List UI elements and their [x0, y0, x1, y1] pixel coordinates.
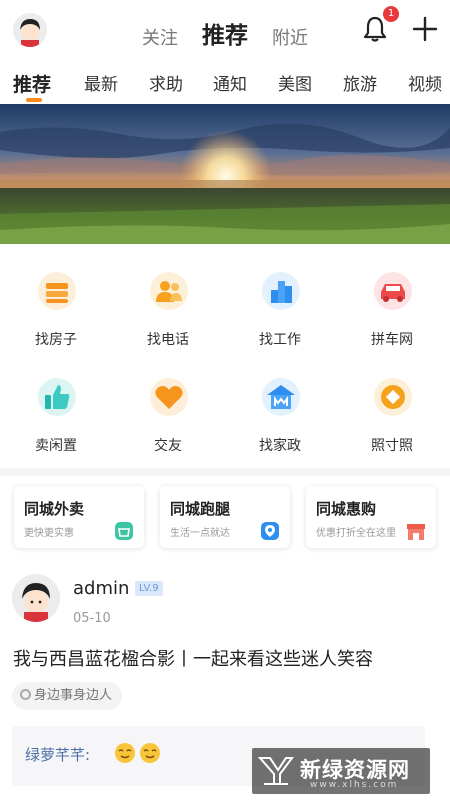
building-icon	[262, 272, 300, 310]
category-tab-help[interactable]: 求助	[149, 70, 183, 95]
grid-item-id-photo[interactable]: 照寸照	[336, 362, 448, 458]
category-tab-travel[interactable]: 旅游	[343, 70, 377, 95]
heart-icon	[150, 378, 188, 416]
grid-item-friends[interactable]: 交友	[112, 362, 224, 458]
contacts-icon	[150, 272, 188, 310]
thumbs-up-icon	[38, 378, 76, 416]
category-tabs: 推荐 最新 求助 通知 美图 旅游 视频	[0, 64, 450, 104]
grid-item-sell-used[interactable]: 卖闲置	[0, 362, 112, 458]
service-card-takeout[interactable]: 同城外卖 更快更实惠	[14, 486, 144, 548]
grid-label: 卖闲置	[35, 438, 77, 454]
topic-tag-label: 身边事身边人	[34, 688, 113, 703]
service-title: 同城跑腿	[170, 500, 231, 518]
function-grid: 找房子 找电话 找工作 拼车网 卖闲置 交友 找家政 照寸照	[0, 256, 450, 466]
grid-label: 交友	[154, 438, 182, 454]
category-tab-notice[interactable]: 通知	[213, 70, 247, 95]
notification-badge: 1	[383, 6, 399, 22]
grid-label: 找电话	[147, 332, 189, 348]
service-card-errand[interactable]: 同城跑腿 生活一点就达	[160, 486, 290, 548]
active-tab-indicator	[26, 98, 42, 102]
service-subtitle: 优惠打折全在这里	[316, 528, 396, 539]
tab-follow[interactable]: 关注	[142, 24, 178, 50]
emoji-icon	[140, 743, 160, 763]
grid-label: 找房子	[35, 332, 77, 348]
grid-label: 找工作	[259, 332, 301, 348]
service-title: 同城惠购	[316, 500, 377, 518]
watermark-url: www.xlhs.com	[310, 780, 399, 790]
takeout-icon	[115, 522, 133, 540]
author-avatar[interactable]	[12, 574, 60, 622]
grid-label: 拼车网	[371, 332, 413, 348]
errand-icon	[261, 522, 279, 540]
plus-icon[interactable]	[412, 16, 438, 42]
post-title[interactable]: 我与西昌蓝花楹合影丨一起来看这些迷人笑容	[13, 645, 373, 671]
banner-image[interactable]	[0, 104, 450, 244]
grid-item-job[interactable]: 找工作	[224, 256, 336, 352]
category-tab-photos[interactable]: 美图	[278, 70, 312, 95]
topic-tag[interactable]: 身边事身边人	[12, 682, 123, 710]
service-subtitle: 生活一点就达	[170, 528, 230, 539]
level-badge: LV.9	[135, 581, 163, 596]
housekeeping-icon	[262, 378, 300, 416]
shop-icon	[407, 524, 425, 540]
tab-recommend[interactable]: 推荐	[202, 16, 248, 50]
grid-item-phone[interactable]: 找电话	[112, 256, 224, 352]
post-date: 05-10	[73, 611, 111, 626]
category-tab-recommend[interactable]: 推荐	[13, 70, 51, 97]
service-subtitle: 更快更实惠	[24, 528, 74, 539]
watermark-logo-icon	[258, 757, 294, 785]
author-name[interactable]: admin	[73, 578, 129, 599]
grid-item-carpool[interactable]: 拼车网	[336, 256, 448, 352]
photo-icon	[374, 378, 412, 416]
service-card-discount[interactable]: 同城惠购 优惠打折全在这里	[306, 486, 436, 548]
grid-label: 找家政	[259, 438, 301, 454]
watermark: 新绿资源网 www.xlhs.com	[252, 748, 430, 794]
house-icon	[38, 272, 76, 310]
grid-item-housekeeping[interactable]: 找家政	[224, 362, 336, 458]
service-title: 同城外卖	[24, 500, 85, 518]
car-icon	[374, 272, 412, 310]
top-bar: 关注 推荐 附近 1	[0, 0, 450, 62]
service-cards: 同城外卖 更快更实惠 同城跑腿 生活一点就达 同城惠购 优惠打折全在这里	[0, 486, 450, 548]
category-tab-latest[interactable]: 最新	[84, 70, 118, 95]
grid-item-house[interactable]: 找房子	[0, 256, 112, 352]
section-divider	[0, 468, 450, 476]
tab-nearby[interactable]: 附近	[272, 24, 308, 50]
comment-author[interactable]: 绿萝芊芊:	[25, 744, 90, 765]
topic-icon	[20, 689, 31, 700]
category-tab-video[interactable]: 视频	[408, 70, 442, 95]
grid-label: 照寸照	[371, 438, 413, 454]
emoji-icon	[115, 743, 135, 763]
